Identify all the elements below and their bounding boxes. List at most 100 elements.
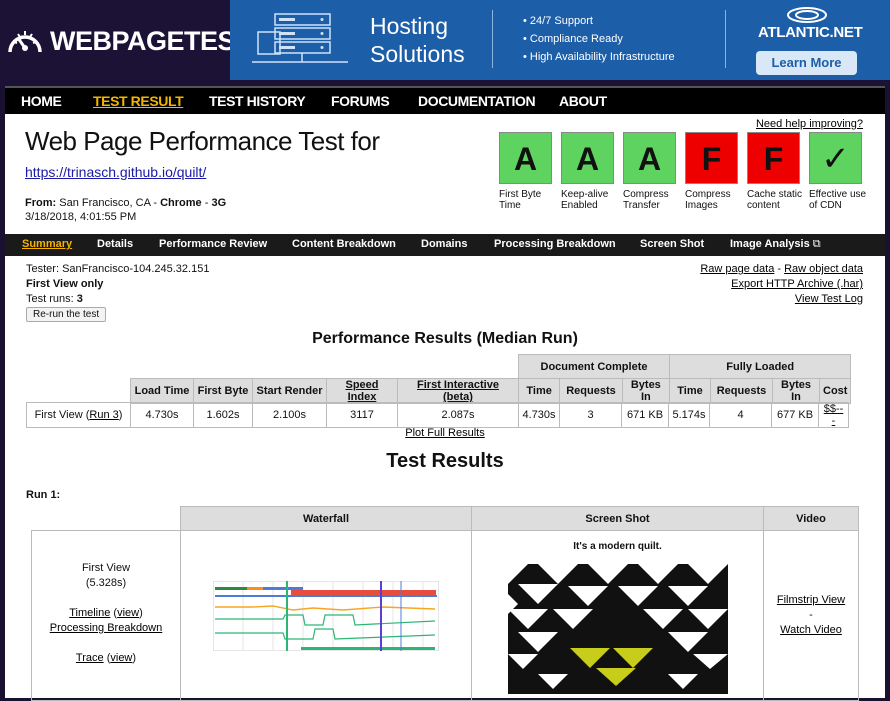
grade-box[interactable]: F (685, 132, 738, 184)
perf-cell: 671 KB (621, 402, 669, 428)
perf-cell: 3 (559, 402, 622, 428)
export-har-link[interactable]: Export HTTP Archive (.har) (731, 278, 863, 290)
perf-cell: 4.730s (518, 402, 560, 428)
perf-cell: 2.100s (252, 402, 327, 428)
nav-documentation[interactable]: DOCUMENTATION (418, 93, 536, 109)
results-subnav: Summary Details Performance Review Conte… (5, 234, 885, 256)
subnav-content-breakdown[interactable]: Content Breakdown (292, 238, 396, 250)
raw-object-data-link[interactable]: Raw object data (784, 263, 863, 275)
ad-bullet: • High Availability Infrastructure (523, 51, 675, 63)
perf-col-header: Time (517, 378, 561, 404)
raw-page-data-link[interactable]: Raw page data (700, 263, 774, 275)
ad-title: Hosting Solutions (370, 12, 470, 68)
ad-bullets: • 24/7 Support • Compliance Ready • High… (523, 12, 675, 66)
perf-cell: 2.087s (397, 402, 519, 428)
trace-view-link[interactable]: view (110, 652, 132, 664)
screenshot-caption: It's a modern quilt. (573, 541, 662, 552)
main-nav: HOME TEST RESULT TEST HISTORY FORUMS DOC… (5, 86, 885, 114)
perf-col-header: Load Time (130, 378, 194, 404)
subnav-summary[interactable]: Summary (22, 238, 72, 250)
subnav-domains[interactable]: Domains (421, 238, 467, 250)
trace-link[interactable]: Trace (76, 652, 104, 664)
plot-full-results-link[interactable]: Plot Full Results (5, 427, 885, 439)
document-complete-header: Document Complete (518, 354, 670, 379)
test-runs: Test runs: 3 (26, 293, 83, 305)
nav-about[interactable]: ABOUT (559, 93, 607, 109)
subnav-screen-shot[interactable]: Screen Shot (640, 238, 704, 250)
test-datetime: 3/18/2018, 4:01:55 PM (25, 211, 137, 223)
video-header: Video (763, 506, 859, 531)
help-improving-link[interactable]: Need help improving? (756, 118, 863, 130)
server-rack-icon (252, 13, 348, 63)
perf-row-label: First View (Run 3) (26, 402, 131, 428)
waterfall-thumbnail[interactable] (213, 580, 439, 651)
raw-data-links: Raw page data - Raw object data Export H… (700, 263, 863, 305)
ad-bullet: • 24/7 Support (523, 15, 593, 27)
tester-location: Tester: SanFrancisco-104.245.32.151 (26, 263, 210, 275)
perf-col-header: Cost (818, 378, 852, 404)
nav-test-result[interactable]: TEST RESULT (93, 93, 184, 109)
filmstrip-view-link[interactable]: Filmstrip View (777, 594, 845, 606)
perf-cell: 1.602s (193, 402, 253, 428)
waterfall-header: Waterfall (180, 506, 472, 531)
top-banner: WEBPAGETEST Hosting Solutions • 24/7 Sup… (0, 0, 890, 86)
ad-bullet: • Compliance Ready (523, 33, 623, 45)
logo-text: WEBPAGETEST (50, 25, 252, 56)
grade-box[interactable]: A (561, 132, 614, 184)
learn-more-button[interactable]: Learn More (756, 51, 857, 75)
hosting-ad-banner[interactable]: Hosting Solutions • 24/7 Support • Compl… (230, 0, 890, 80)
timeline-view-link[interactable]: view (117, 607, 139, 619)
tester-info: Tester: SanFrancisco-104.245.32.151 Firs… (26, 262, 209, 307)
ad-divider (492, 10, 493, 68)
perf-cell: 5.174s (668, 402, 710, 428)
nav-home[interactable]: HOME (21, 93, 62, 109)
screenshot-header: Screen Shot (471, 506, 764, 531)
performance-results-heading: Performance Results (Median Run) (312, 330, 578, 347)
waterfall-cell (180, 530, 472, 701)
perf-cell: 4 (709, 402, 772, 428)
processing-breakdown-link[interactable]: Processing Breakdown (50, 622, 163, 634)
subnav-performance-review[interactable]: Performance Review (159, 238, 267, 250)
quilt-screenshot[interactable] (507, 564, 728, 694)
grade-box[interactable]: ✓ (809, 132, 862, 184)
perf-col-header: Requests (710, 378, 773, 404)
first-view-cell: First View (5.328s) Timeline (view) Proc… (31, 530, 181, 701)
run-3-link[interactable]: Run 3 (89, 409, 118, 421)
grade-box[interactable]: A (623, 132, 676, 184)
first-view-only: First View only (26, 278, 104, 290)
watch-video-link[interactable]: Watch Video (780, 624, 842, 636)
tested-url-link[interactable]: https://trinasch.github.io/quilt/ (25, 164, 206, 180)
grade-box[interactable]: A (499, 132, 552, 184)
subnav-image-analysis[interactable]: Image Analysis ⧉ (730, 238, 821, 251)
perf-col-header[interactable]: Speed Index (326, 378, 398, 404)
perf-cell[interactable]: $$--- (818, 402, 849, 428)
perf-cell: 677 KB (771, 402, 819, 428)
page-title: Web Page Performance Test for (25, 126, 380, 156)
test-results-heading: Test Results (386, 450, 504, 472)
timeline-link[interactable]: Timeline (69, 607, 110, 619)
ad-divider (725, 10, 726, 68)
ad-brand: ATLANTIC.NET (758, 24, 863, 41)
test-info: From: San Francisco, CA - Chrome - 3G 3/… (25, 197, 227, 223)
view-test-log-link[interactable]: View Test Log (795, 293, 863, 305)
speedometer-icon (8, 31, 42, 53)
performance-table: Document Complete Fully Loaded Load Time… (130, 354, 852, 404)
grade-label: Compress Transfer (623, 189, 669, 211)
grade-label: Effective use of CDN (809, 189, 867, 211)
nav-test-history[interactable]: TEST HISTORY (209, 93, 306, 109)
rerun-test-button[interactable]: Re-run the test (26, 307, 107, 322)
perf-col-header: Start Render (252, 378, 327, 404)
grade-label: Cache static content (747, 189, 803, 211)
grade-box[interactable]: F (747, 132, 800, 184)
subnav-processing-breakdown[interactable]: Processing Breakdown (494, 238, 616, 250)
run-label: Run 1: (26, 489, 61, 501)
ad-title-line: Hosting Solutions (370, 13, 465, 67)
atlantic-globe-icon (787, 7, 827, 23)
perf-col-header: Bytes In (621, 378, 671, 404)
webpagetest-logo[interactable]: WEBPAGETEST (6, 25, 252, 56)
nav-forums[interactable]: FORUMS (331, 93, 390, 109)
external-link-icon: ⧉ (812, 238, 821, 250)
subnav-details[interactable]: Details (97, 238, 133, 250)
perf-cell: 4.730s (130, 402, 194, 428)
perf-col-header[interactable]: First Interactive (beta) (397, 378, 519, 404)
